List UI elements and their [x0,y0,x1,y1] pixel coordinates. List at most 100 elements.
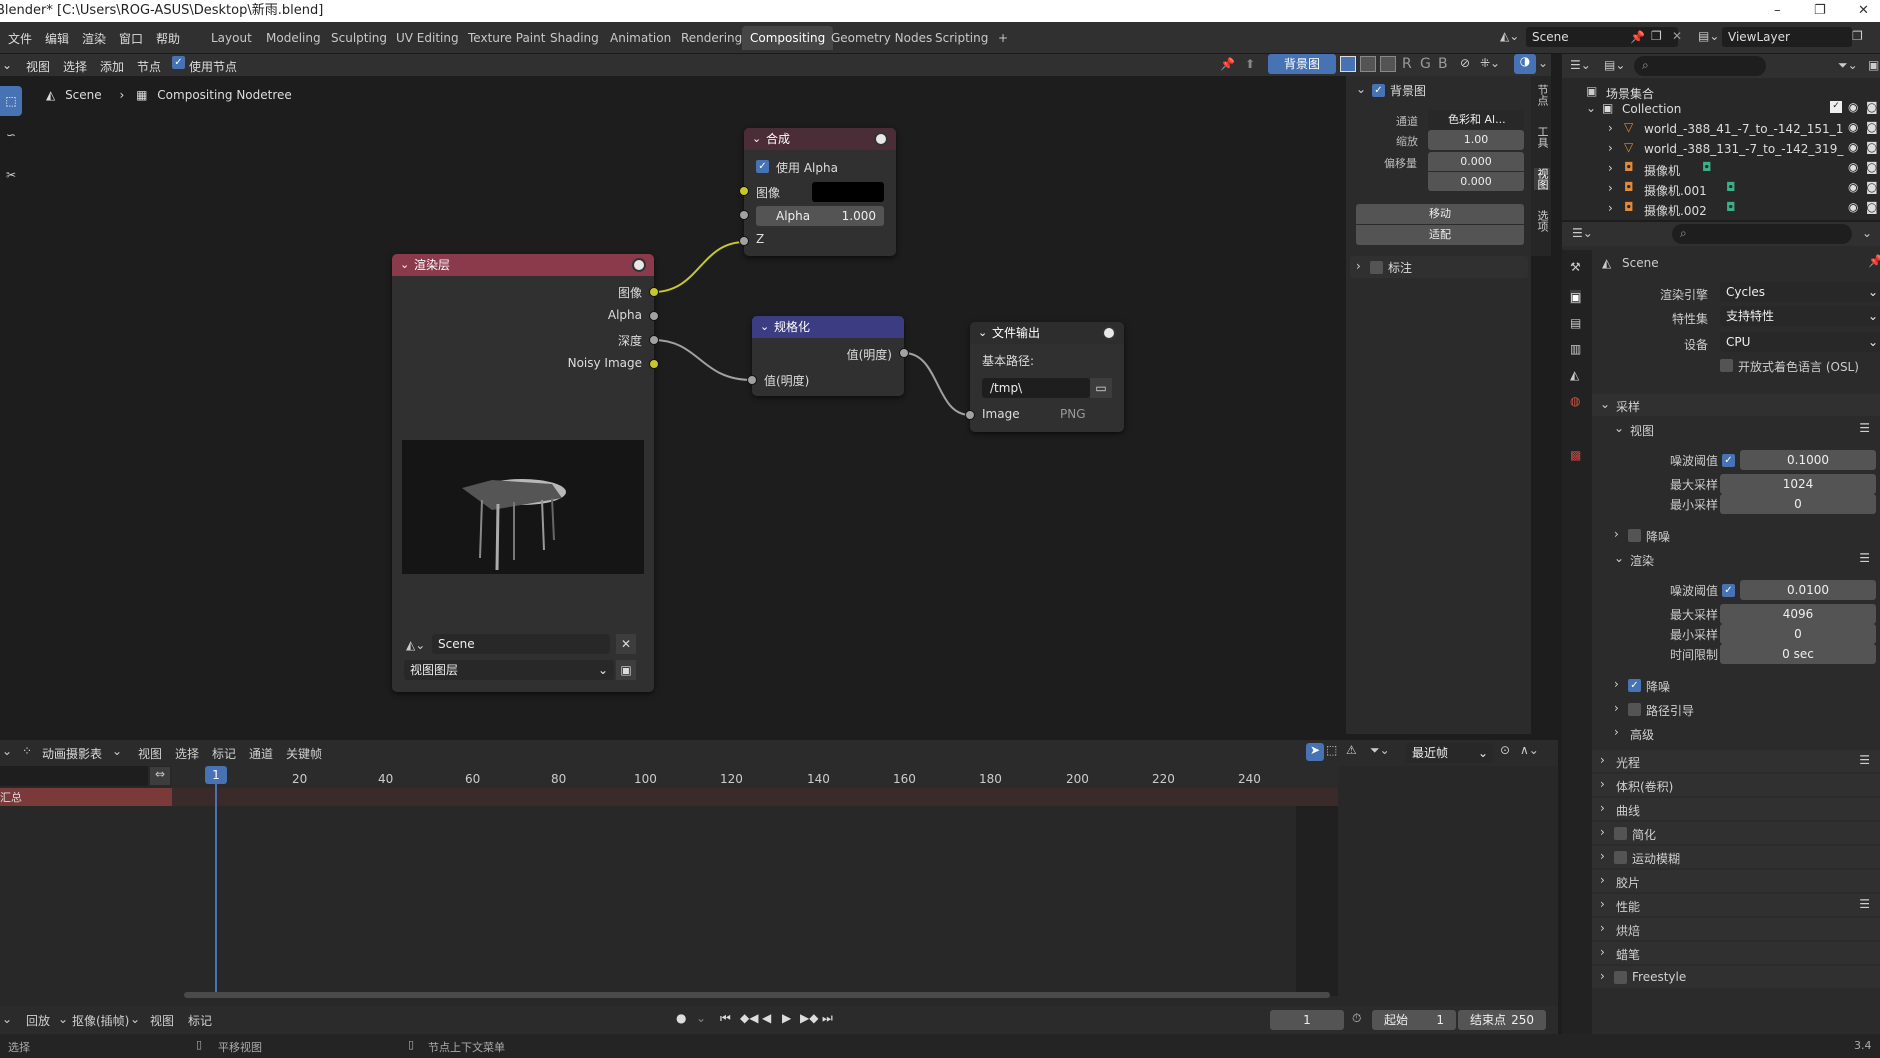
alpha-input-socket[interactable] [739,210,749,220]
path-guiding-checkbox[interactable] [1628,703,1641,716]
tl-menu-select[interactable]: 选择 [175,745,199,762]
tool-tab-icon[interactable]: ⚒ [1570,260,1581,274]
time-limit-field[interactable]: 0 sec [1720,644,1876,664]
playhead-line[interactable] [215,766,217,996]
chevron-down-icon[interactable]: ⌄ [1356,82,1366,96]
camera-icon[interactable]: ◙ [1866,140,1878,154]
frame-ruler[interactable]: 20 40 60 80 100 120 140 160 180 200 220 … [172,766,1338,788]
tl-menu-view[interactable]: 视图 [138,745,162,762]
editor-type-icon[interactable]: ☰⌄ [1572,226,1593,240]
section-film[interactable]: › 胶片 [1592,870,1880,892]
checkbox-icon[interactable]: ✓ [1830,101,1842,113]
device-dropdown[interactable]: CPU ⌄ [1720,332,1880,352]
display-alpha-icon[interactable] [1360,56,1376,72]
properties-search-field[interactable]: ⌕ [1672,224,1852,244]
render-tab-icon[interactable]: ▣ [1570,290,1582,304]
pin-icon[interactable]: 📌 [1630,30,1645,44]
motion-blur-checkbox[interactable] [1614,851,1627,864]
image-input-socket[interactable] [739,186,749,196]
tab-tool[interactable]: 工具 [1534,126,1550,148]
subsection-viewport-denoise[interactable]: › 降噪 [1606,524,1880,546]
viewlayer-icon[interactable]: ▤⌄ [1698,29,1719,43]
jump-start-icon[interactable]: ⏮ [720,1011,731,1026]
outliner-row-object[interactable]: › ◘ 摄像机 ◘ ◉ ◙ [1562,160,1880,178]
subsection-advanced[interactable]: › 高级 [1606,722,1880,744]
current-frame-field[interactable]: 1 [1270,1010,1344,1030]
stopwatch-icon[interactable]: ⏱ [1352,1011,1361,1026]
viewport-noise-threshold-field[interactable]: 0.1000 [1740,450,1876,470]
section-light-paths[interactable]: › 光程 ☰ [1592,750,1880,772]
file-output-node-header[interactable]: ⌄ 文件输出 [970,322,1124,344]
channel-r-button[interactable]: R [1402,56,1412,72]
scene-tab-icon[interactable]: ◭ [1570,368,1579,382]
collapse-icon[interactable]: ⌄ [400,254,409,276]
tl-footer-view[interactable]: 视图 [150,1012,174,1029]
outliner-row-collection[interactable]: ⌄ ▣ Collection ✓ ◉ ◙ [1562,100,1880,118]
subsection-render-denoise[interactable]: › ✓ 降噪 [1606,674,1880,696]
maximize-button[interactable]: ❐ [1814,0,1826,22]
scene-icon[interactable]: ◭⌄ [1500,29,1519,43]
output-tab-icon[interactable]: ▤ [1570,316,1581,330]
end-frame-field[interactable]: 结束点 250 [1458,1010,1546,1030]
scene-icon[interactable]: ◭⌄ [406,638,425,652]
folder-icon[interactable]: ▭ [1090,378,1112,398]
minimize-button[interactable]: – [1774,0,1781,22]
timeline-mode-dropdown[interactable]: 动画摄影表 [42,745,102,762]
render-icon[interactable]: ▣ [616,660,636,680]
move-button[interactable]: 移动 [1356,204,1524,224]
presets-icon[interactable]: ☰ [1859,421,1870,435]
outliner-row-object[interactable]: › ▽ world_-388_41_-7_to_-142_151_1 ◉ ◙ [1562,120,1880,138]
osl-checkbox[interactable] [1720,359,1733,372]
chevron-right-icon[interactable]: › [1608,141,1613,155]
new-collection-icon[interactable]: ▣ [1868,58,1879,72]
render-layers-node-header[interactable]: ⌄ 渲染层 [392,254,654,276]
composite-node-header[interactable]: ⌄ 合成 [744,128,896,150]
viewport-noise-threshold-checkbox[interactable]: ✓ [1722,454,1735,467]
overlay-dropdown-icon[interactable]: ⌄ [1538,56,1548,70]
section-simplify[interactable]: › 简化 [1592,822,1880,844]
output-image-socket[interactable] [649,287,659,297]
eye-icon[interactable]: ◉ [1848,200,1858,214]
composite-node[interactable]: ⌄ 合成 ✓ 使用 Alpha 图像 Alpha 1.000 Z [739,128,896,256]
camera-icon[interactable]: ◙ [1866,200,1878,214]
collapse-icon[interactable]: ⌄ [752,128,761,150]
camera-icon[interactable]: ◙ [1866,160,1878,174]
chevron-down-icon[interactable]: ⌄ [696,1011,706,1025]
render-max-samples-field[interactable]: 4096 [1720,604,1876,624]
new-viewlayer-icon[interactable]: ❐ [1852,29,1863,43]
eye-icon[interactable]: ◉ [1848,100,1858,114]
chevron-down-icon[interactable]: ⌄ [1862,226,1872,240]
snap-icon[interactable]: ⊘ [1460,56,1470,70]
fit-button[interactable]: 适配 [1356,225,1524,245]
zoom-field[interactable]: 1.00 [1428,130,1524,150]
section-motion-blur[interactable]: › 运动模糊 [1592,846,1880,868]
filter-icon[interactable]: ⏷⌄ [1838,58,1858,73]
texture-tab-icon[interactable]: ▩ [1570,448,1581,462]
summary-channel[interactable]: 汇总 [0,788,172,806]
render-noise-threshold-checkbox[interactable]: ✓ [1722,584,1735,597]
prev-keyframe-icon[interactable]: ◆◀ [740,1011,758,1025]
world-tab-icon[interactable]: ◍ [1570,394,1580,408]
output-depth-socket[interactable] [649,335,659,345]
pin-icon[interactable]: 📌 [1868,254,1880,268]
z-input-socket[interactable] [739,236,749,246]
timeline-scrollbar[interactable] [184,992,1330,998]
display-mode-icon[interactable]: ▤⌄ [1604,58,1625,72]
next-keyframe-icon[interactable]: ▶◆ [800,1011,818,1025]
outliner-row-object[interactable]: › ◘ 摄像机.002 ◘ ◉ ◙ [1562,200,1880,218]
output-alpha-socket[interactable] [649,311,659,321]
close-button[interactable]: ✕ [1858,0,1869,22]
render-layers-scene-field[interactable]: Scene [432,634,610,654]
subsection-render[interactable]: ⌄ 渲染 ☰ [1606,548,1880,570]
proportional-edit-icon[interactable]: ⊙ [1500,743,1510,757]
snap-dropdown[interactable]: 最近帧 ⌄ [1406,743,1494,763]
section-freestyle[interactable]: › Freestyle [1592,966,1880,988]
timeline-area[interactable]: ⇔ 汇总 20 40 60 80 100 120 140 160 180 200… [0,766,1558,1006]
section-bake[interactable]: › 烘焙 [1592,918,1880,940]
new-scene-icon[interactable]: ❐ [1651,29,1662,43]
tab-options[interactable]: 选项 [1534,210,1550,232]
section-sampling[interactable]: ⌄ 采样 [1592,394,1880,416]
annotation-panel-header[interactable]: › 标注 [1350,256,1528,278]
render-engine-dropdown[interactable]: Cycles ⌄ [1720,282,1880,302]
filter-icon[interactable]: ⏷⌄ [1370,743,1390,758]
